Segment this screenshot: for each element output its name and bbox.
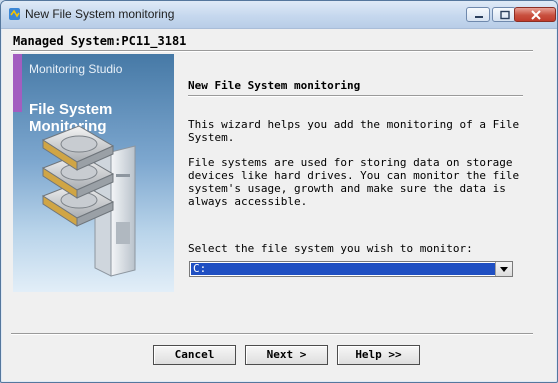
description-text: File systems are used for storing data o… (188, 156, 520, 208)
maximize-button[interactable] (492, 7, 516, 22)
file-system-select-label: Select the file system you wish to monit… (188, 242, 473, 255)
page-title: New File System monitoring (188, 79, 361, 92)
minimize-button[interactable] (466, 7, 490, 22)
wizard-banner: Monitoring Studio File System Monitoring (13, 54, 174, 292)
divider (11, 50, 533, 52)
close-button[interactable] (514, 7, 556, 22)
hard-drive-illustration (41, 125, 136, 277)
selected-file-system: C: (191, 263, 495, 275)
divider (11, 333, 533, 335)
hard-drive-stack-icon (41, 125, 115, 227)
help-button[interactable]: Help >> (337, 345, 420, 365)
cancel-button[interactable]: Cancel (153, 345, 236, 365)
close-icon (531, 10, 541, 20)
wizard-content: Managed System:PC11_3181 Monitoring Stud… (5, 29, 553, 378)
divider (188, 95, 523, 97)
next-button[interactable]: Next > (245, 345, 328, 365)
dropdown-button[interactable] (495, 262, 512, 276)
window-title: New File System monitoring (25, 7, 175, 21)
title-bar[interactable]: New File System monitoring (1, 1, 557, 29)
app-icon (9, 8, 20, 20)
wizard-window: New File System monitoring Managed Syste… (0, 0, 558, 383)
chevron-down-icon (500, 267, 508, 272)
file-system-select[interactable]: C: (189, 261, 513, 277)
intro-text: This wizard helps you add the monitoring… (188, 118, 520, 144)
managed-system-label: Managed System:PC11_3181 (13, 34, 187, 48)
minimize-icon (475, 16, 483, 18)
